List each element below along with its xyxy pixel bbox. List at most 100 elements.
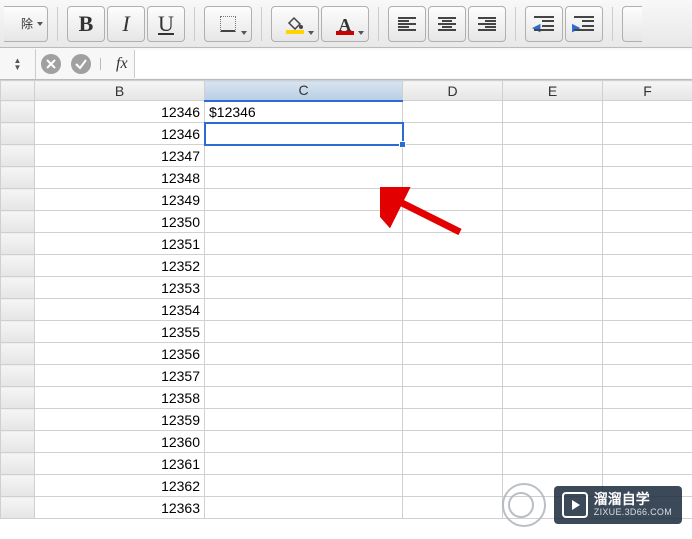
row-header[interactable] — [1, 123, 35, 145]
cell[interactable]: 12346 — [35, 101, 205, 123]
cell[interactable] — [603, 277, 692, 299]
cell[interactable] — [503, 409, 603, 431]
cell[interactable] — [603, 431, 692, 453]
align-left-button[interactable] — [388, 6, 426, 42]
row-header[interactable] — [1, 145, 35, 167]
cell[interactable] — [205, 167, 403, 189]
spreadsheet-grid[interactable]: BCDEF 12346$1234612346123471234812349123… — [0, 80, 692, 519]
partial-button[interactable] — [622, 6, 642, 42]
cell[interactable] — [503, 255, 603, 277]
cell[interactable] — [403, 475, 503, 497]
italic-button[interactable]: I — [107, 6, 145, 42]
row-header[interactable] — [1, 475, 35, 497]
cell[interactable] — [503, 299, 603, 321]
align-right-button[interactable] — [468, 6, 506, 42]
cell[interactable]: 12349 — [35, 189, 205, 211]
cell[interactable] — [403, 211, 503, 233]
cell[interactable] — [403, 343, 503, 365]
cell[interactable] — [603, 255, 692, 277]
cell[interactable] — [403, 189, 503, 211]
fx-label[interactable]: fx — [116, 55, 128, 73]
column-header[interactable]: D — [403, 81, 503, 101]
cell[interactable]: 12363 — [35, 497, 205, 519]
row-header[interactable] — [1, 409, 35, 431]
cell[interactable] — [603, 101, 692, 123]
cell[interactable] — [205, 123, 403, 145]
row-header[interactable] — [1, 211, 35, 233]
column-header[interactable]: F — [603, 81, 692, 101]
name-box-stepper[interactable]: ▲ ▼ — [0, 49, 36, 79]
cell[interactable] — [603, 409, 692, 431]
bold-button[interactable]: B — [67, 6, 105, 42]
cell[interactable] — [503, 189, 603, 211]
cell[interactable] — [403, 255, 503, 277]
cell[interactable] — [503, 211, 603, 233]
cell[interactable]: 12346 — [35, 123, 205, 145]
cell[interactable]: 12357 — [35, 365, 205, 387]
cell[interactable] — [205, 497, 403, 519]
cancel-button[interactable] — [36, 50, 66, 78]
cell[interactable] — [403, 145, 503, 167]
cell[interactable] — [603, 123, 692, 145]
cell[interactable] — [603, 189, 692, 211]
cell[interactable] — [205, 145, 403, 167]
column-header[interactable]: C — [205, 81, 403, 101]
cell[interactable] — [503, 123, 603, 145]
row-header[interactable] — [1, 189, 35, 211]
row-header[interactable] — [1, 343, 35, 365]
cell[interactable] — [205, 475, 403, 497]
cell[interactable] — [603, 145, 692, 167]
cell[interactable] — [403, 431, 503, 453]
cell[interactable] — [403, 453, 503, 475]
decrease-indent-button[interactable]: ◀ — [525, 6, 563, 42]
row-header[interactable] — [1, 277, 35, 299]
cell[interactable] — [503, 277, 603, 299]
cell[interactable]: $12346 — [205, 101, 403, 123]
row-header[interactable] — [1, 233, 35, 255]
cell[interactable] — [503, 145, 603, 167]
fill-color-dropdown[interactable] — [271, 6, 319, 42]
cell[interactable]: 12350 — [35, 211, 205, 233]
cell[interactable]: 12362 — [35, 475, 205, 497]
cell[interactable] — [205, 233, 403, 255]
cell[interactable]: 12348 — [35, 167, 205, 189]
cell[interactable] — [503, 453, 603, 475]
cell[interactable] — [603, 299, 692, 321]
row-header[interactable] — [1, 299, 35, 321]
cell[interactable] — [503, 365, 603, 387]
cell[interactable] — [205, 387, 403, 409]
row-header[interactable] — [1, 321, 35, 343]
row-header[interactable] — [1, 255, 35, 277]
row-header[interactable] — [1, 431, 35, 453]
cell[interactable] — [603, 211, 692, 233]
cell[interactable] — [205, 365, 403, 387]
cell[interactable] — [503, 431, 603, 453]
row-header[interactable] — [1, 167, 35, 189]
cell[interactable] — [403, 365, 503, 387]
cell[interactable] — [603, 453, 692, 475]
row-header[interactable] — [1, 365, 35, 387]
cell[interactable]: 12353 — [35, 277, 205, 299]
cell[interactable] — [205, 343, 403, 365]
select-all-corner[interactable] — [1, 81, 35, 101]
cell[interactable] — [603, 387, 692, 409]
cell[interactable]: 12356 — [35, 343, 205, 365]
cell[interactable]: 12347 — [35, 145, 205, 167]
cell[interactable] — [403, 101, 503, 123]
cell[interactable] — [403, 299, 503, 321]
borders-dropdown[interactable] — [204, 6, 252, 42]
cell[interactable]: 12361 — [35, 453, 205, 475]
cell[interactable]: 12351 — [35, 233, 205, 255]
cell[interactable]: 12355 — [35, 321, 205, 343]
cell[interactable] — [603, 343, 692, 365]
formula-input[interactable] — [134, 50, 692, 78]
row-header[interactable] — [1, 497, 35, 519]
row-header[interactable] — [1, 101, 35, 123]
cell[interactable]: 12352 — [35, 255, 205, 277]
column-header[interactable]: E — [503, 81, 603, 101]
cell[interactable] — [403, 167, 503, 189]
cell[interactable] — [403, 497, 503, 519]
cell[interactable] — [403, 409, 503, 431]
cell[interactable] — [603, 167, 692, 189]
increase-indent-button[interactable]: ▶ — [565, 6, 603, 42]
